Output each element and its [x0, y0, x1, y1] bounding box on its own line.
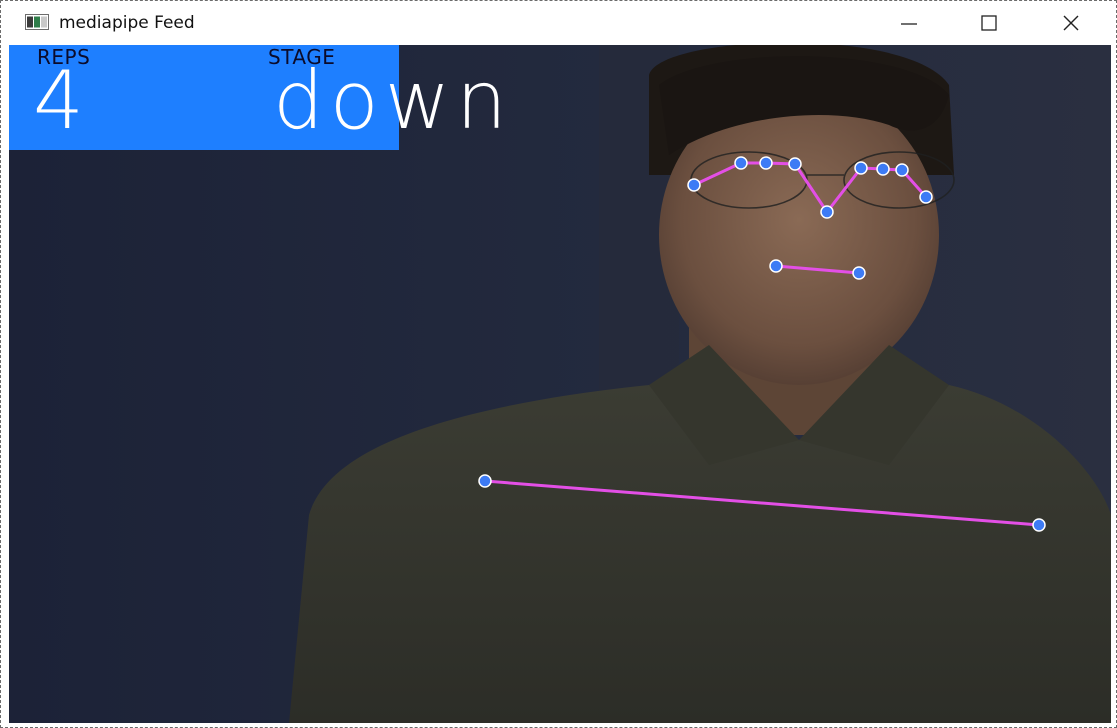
maximize-button[interactable]: [949, 1, 1029, 45]
camera-feed: REPS 4 STAGE down: [9, 45, 1111, 723]
close-icon: [1062, 14, 1080, 32]
landmark-point: [919, 190, 933, 204]
app-window-icon: [25, 14, 49, 30]
landmark-point: [895, 163, 909, 177]
landmark-point: [788, 157, 802, 171]
landmark-connections: [483, 161, 1041, 527]
landmark-point: [478, 474, 492, 488]
title-bar[interactable]: mediapipe Feed: [1, 1, 1116, 45]
landmark-point: [769, 259, 783, 273]
stage-value: down: [273, 54, 513, 147]
reps-value: 4: [33, 54, 84, 147]
close-button[interactable]: [1031, 1, 1111, 45]
minimize-icon: [900, 14, 918, 32]
maximize-icon: [980, 14, 998, 32]
shoulder-connection: [483, 479, 1041, 527]
landmark-point: [854, 161, 868, 175]
mouth-connection: [774, 264, 861, 275]
minimize-button[interactable]: [869, 1, 949, 45]
landmark-point: [687, 178, 701, 192]
landmark-points: [478, 156, 1046, 532]
left-eye-connection: [692, 161, 928, 215]
landmark-point: [759, 156, 773, 170]
window-title: mediapipe Feed: [59, 13, 195, 33]
landmark-point: [852, 266, 866, 280]
landmark-point: [1032, 518, 1046, 532]
landmark-point: [820, 205, 834, 219]
app-window: mediapipe Feed REPS 4 STAGE down: [0, 0, 1117, 728]
landmark-point: [734, 156, 748, 170]
landmark-point: [876, 162, 890, 176]
